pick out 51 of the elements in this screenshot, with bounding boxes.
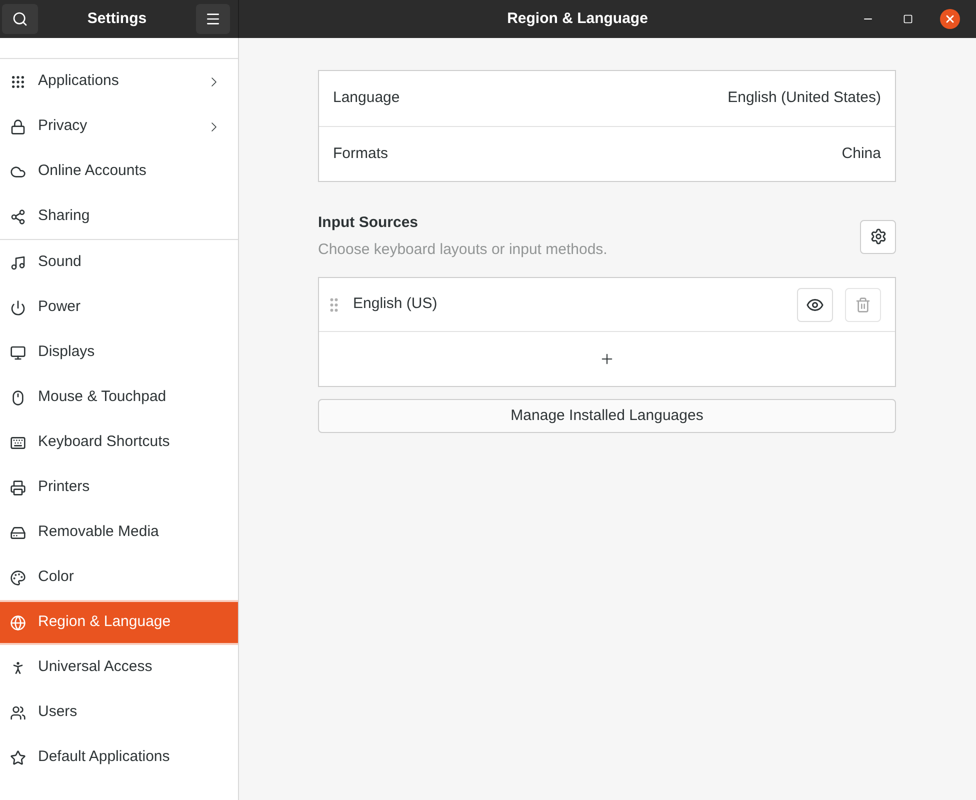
sidebar-item[interactable]: Displays bbox=[0, 330, 238, 375]
search-button[interactable] bbox=[2, 4, 38, 34]
sidebar-item[interactable]: Removable Media bbox=[0, 510, 238, 555]
palette-icon bbox=[10, 570, 26, 586]
settings-icon bbox=[870, 228, 886, 245]
window-title: Region & Language bbox=[506, 8, 649, 29]
sidebar-item[interactable]: Sharing bbox=[0, 194, 238, 239]
power-icon bbox=[10, 300, 26, 316]
close-button[interactable] bbox=[940, 9, 960, 29]
drive-icon bbox=[10, 524, 26, 540]
close-icon bbox=[944, 13, 956, 25]
share-icon bbox=[10, 208, 26, 224]
trash-icon bbox=[855, 296, 871, 312]
printer-icon bbox=[10, 480, 26, 496]
sidebar-item[interactable]: Privacy bbox=[0, 104, 238, 149]
sidebar-item[interactable]: Region & Language bbox=[0, 600, 238, 645]
setting-row[interactable]: Language English (United States) bbox=[319, 71, 895, 126]
keyboard-icon bbox=[10, 434, 26, 450]
sidebar-item[interactable]: Online Accounts bbox=[0, 149, 238, 194]
sidebar-item[interactable]: Power bbox=[0, 285, 238, 330]
settings-button[interactable] bbox=[860, 220, 896, 254]
section-subtitle: Choose keyboard layouts or input methods. bbox=[318, 240, 608, 260]
maximize-icon bbox=[903, 14, 913, 24]
sidebar-title: Settings bbox=[86, 8, 148, 29]
sidebar-item[interactable]: Sound bbox=[0, 240, 238, 285]
setting-row[interactable]: Formats China bbox=[319, 126, 895, 181]
sidebar-item[interactable]: Printers bbox=[0, 465, 238, 510]
globe-icon bbox=[10, 614, 26, 630]
sidebar-item[interactable]: Color bbox=[0, 555, 238, 600]
section-title: Input Sources bbox=[318, 213, 420, 233]
manage-languages-button[interactable]: Manage Installed Languages bbox=[318, 399, 896, 433]
users-icon bbox=[10, 704, 26, 720]
sidebar-item[interactable]: Mouse & Touchpad bbox=[0, 375, 238, 420]
sidebar-item[interactable]: Users bbox=[0, 690, 238, 735]
source-name: English (US) bbox=[353, 294, 438, 314]
sidebar-item[interactable]: Universal Access bbox=[0, 645, 238, 690]
sidebar-item[interactable]: Keyboard Shortcuts bbox=[0, 420, 238, 465]
plus-icon bbox=[599, 351, 615, 367]
search-icon bbox=[12, 11, 28, 27]
mouse-icon bbox=[10, 390, 26, 406]
sidebar-item[interactable]: Default Applications bbox=[0, 735, 238, 780]
music-note-icon bbox=[10, 254, 26, 270]
menu-button[interactable] bbox=[196, 4, 230, 34]
monitor-icon bbox=[10, 344, 26, 360]
star-icon bbox=[10, 750, 26, 766]
preview-button[interactable] bbox=[797, 288, 833, 322]
menu-icon bbox=[205, 11, 221, 27]
lock-icon bbox=[10, 118, 26, 134]
grid-icon bbox=[10, 74, 26, 90]
cloud-icon bbox=[10, 164, 26, 180]
sidebar-item[interactable]: Applications bbox=[0, 59, 238, 104]
